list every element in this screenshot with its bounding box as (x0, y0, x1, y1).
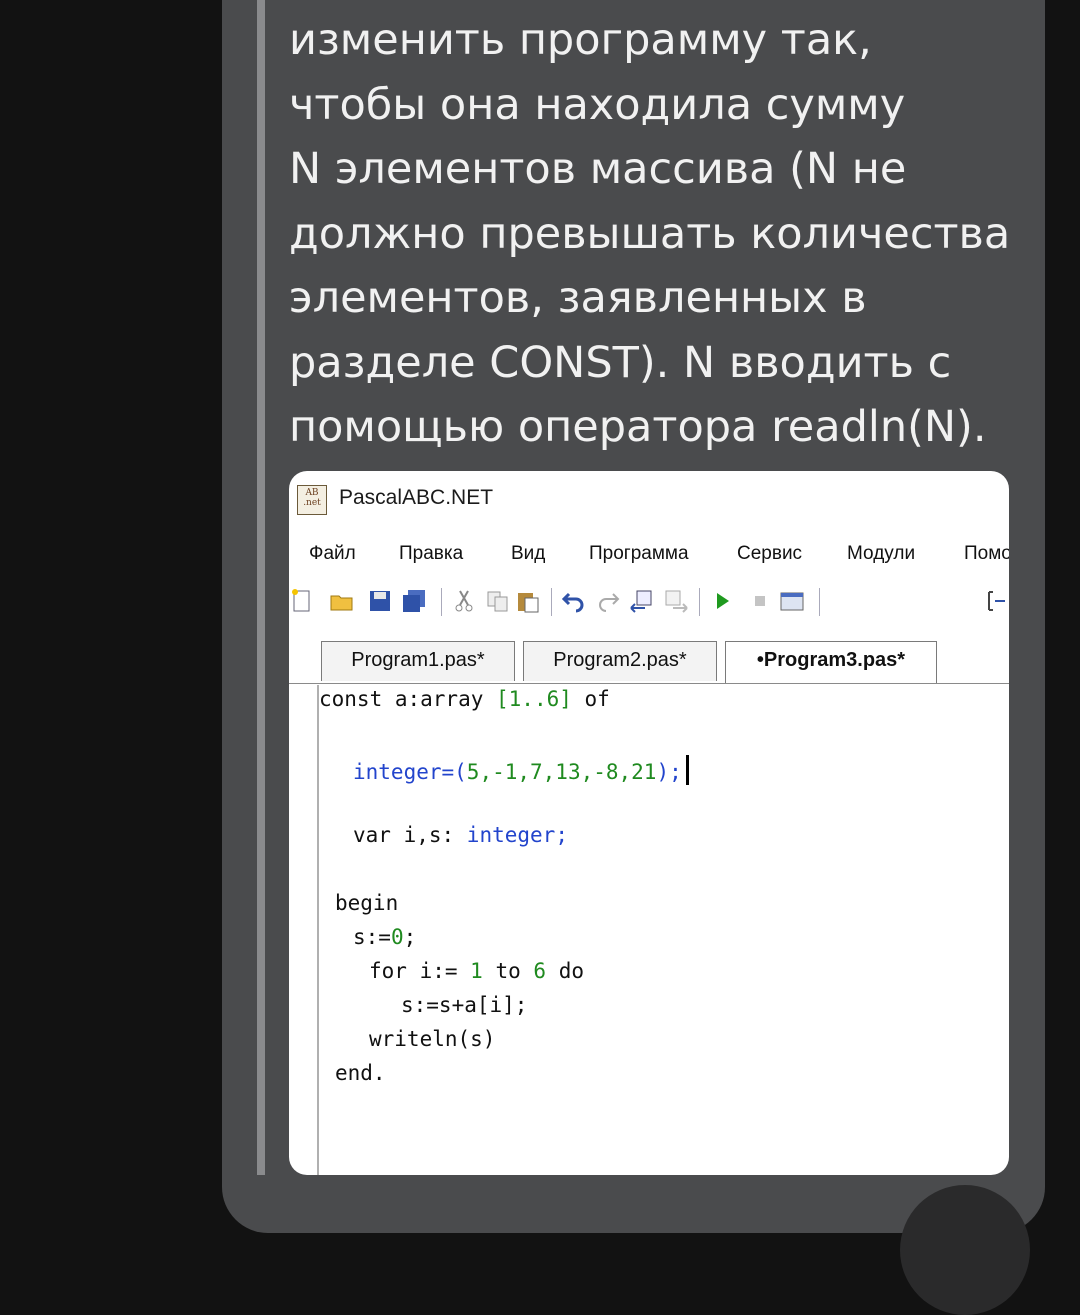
message-line: элементов, заявленных в (289, 273, 867, 323)
open-folder-icon[interactable] (329, 588, 355, 614)
code-token: [1..6] (496, 687, 572, 711)
code-line-8: writeln(s) (369, 1027, 496, 1051)
code-token: integer (466, 823, 556, 847)
pascalabc-logo-icon: AB .net (297, 485, 327, 515)
menu-help[interactable]: Помо (964, 543, 1009, 565)
code-token: integer=( (353, 760, 467, 784)
attached-screenshot[interactable]: AB .net PascalABC.NET Файл Правка Вид Пр… (289, 471, 1009, 1175)
toolbar-separator (551, 588, 552, 616)
code-token: 5,-1,7,13,-8,21 (466, 760, 657, 784)
code-token: 0 (390, 925, 404, 949)
menu-view[interactable]: Вид (511, 543, 545, 565)
message-line: чтобы она находила сумму (289, 79, 906, 130)
code-editor[interactable]: const a:array [1..6] of integer=(5,-1,7,… (319, 685, 1009, 1175)
menu-modules[interactable]: Модули (847, 543, 915, 565)
logo-text-top: AB (305, 488, 319, 498)
message-line: изменить программу так, (289, 15, 872, 65)
code-token: ; (403, 925, 417, 949)
code-token: const a:array (319, 687, 497, 711)
floating-button[interactable] (900, 1185, 1030, 1315)
menu-service[interactable]: Сервис (737, 543, 802, 565)
toolbar-separator (819, 588, 820, 616)
quote-bar (257, 0, 265, 1175)
toolbar-separator (699, 588, 700, 616)
code-token: s:= (353, 925, 391, 949)
code-token: 6 (533, 959, 547, 983)
menu-edit[interactable]: Правка (399, 543, 463, 565)
code-token: for i:= (369, 959, 471, 983)
text-cursor (685, 755, 689, 785)
message-line: должно превышать количества (289, 208, 1011, 259)
undo-icon[interactable] (561, 588, 587, 614)
save-all-icon[interactable] (401, 588, 427, 614)
toolbar-separator (441, 588, 442, 616)
cut-icon[interactable] (451, 588, 477, 614)
code-line-3: var i,s: integer; (353, 823, 568, 847)
code-token: of (571, 687, 610, 711)
window-title: PascalABC.NET (339, 486, 494, 509)
message-line: помощью оператора readln(N). (289, 402, 987, 452)
run-icon[interactable] (709, 588, 735, 614)
code-line-9: end. (335, 1061, 386, 1085)
refresh-icon[interactable] (983, 588, 1009, 614)
window-titlebar: AB .net PascalABC.NET (289, 471, 1009, 529)
redo-icon[interactable] (595, 588, 621, 614)
message-line: N элементов массива (N не (289, 144, 907, 194)
message-text: изменить программу так, чтобы она находи… (289, 8, 1029, 460)
tab-program2[interactable]: Program2.pas* (523, 641, 717, 681)
save-icon[interactable] (367, 588, 393, 614)
tab-program3[interactable]: •Program3.pas* (725, 641, 937, 683)
code-token: ); (656, 760, 682, 784)
toolbar (289, 585, 1009, 623)
code-line-1: const a:array [1..6] of (319, 687, 610, 711)
form-designer-icon[interactable] (779, 588, 805, 614)
tab-program1[interactable]: Program1.pas* (321, 641, 515, 681)
paste-icon[interactable] (515, 588, 541, 614)
code-token: to (482, 959, 534, 983)
code-token: ; (555, 823, 568, 847)
new-file-icon[interactable] (289, 588, 315, 614)
menu-program[interactable]: Программа (589, 543, 689, 565)
menu-bar: Файл Правка Вид Программа Сервис Модули … (289, 539, 1009, 575)
copy-icon[interactable] (485, 588, 511, 614)
code-line-7: s:=s+a[i]; (401, 993, 528, 1017)
code-token: 1 (470, 959, 483, 983)
code-token: do (546, 959, 584, 983)
editor-tabs: Program1.pas* Program2.pas* •Program3.pa… (289, 633, 1009, 684)
code-line-6: for i:= 1 to 6 do (369, 959, 584, 983)
message-line: разделе CONST). N вводить с (289, 337, 952, 388)
menu-file[interactable]: Файл (309, 543, 356, 565)
navigate-forward-icon[interactable] (663, 588, 689, 614)
code-line-2: integer=(5,-1,7,13,-8,21); (353, 755, 689, 785)
navigate-back-icon[interactable] (629, 588, 655, 614)
stop-icon[interactable] (747, 588, 773, 614)
logo-text-bottom: .net (303, 498, 321, 508)
code-line-5: s:=0; (353, 925, 416, 949)
code-line-4: begin (335, 891, 399, 915)
code-token: var i,s: (353, 823, 467, 847)
